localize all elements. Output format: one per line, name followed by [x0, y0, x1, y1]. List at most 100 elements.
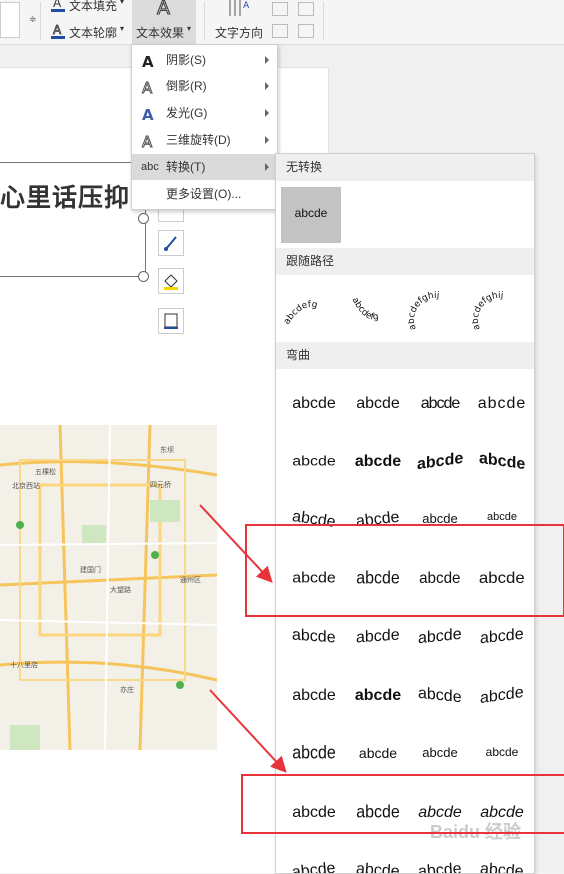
section-title: 无转换 [286, 160, 323, 174]
warp-option[interactable]: abcde [286, 620, 342, 660]
follow-path-option[interactable]: abcdefghij [471, 281, 530, 339]
warp-sample-text: abcde [422, 745, 458, 760]
warp-option[interactable]: abcde [350, 854, 406, 873]
section-follow-path: 跟随路径 [276, 248, 534, 275]
warp-option[interactable]: abcde [474, 387, 530, 427]
align-text-icon[interactable] [272, 24, 288, 38]
menu-item-3d-rotation[interactable]: A 三维旋转(D) [132, 127, 277, 153]
highlight-box [241, 774, 564, 834]
path-sample: abcdefg [349, 296, 379, 323]
svg-text:abcdefghij: abcdefghij [472, 291, 504, 331]
follow-path-option[interactable]: abcdefg [346, 281, 401, 339]
chevron-down-icon[interactable]: ≑ [29, 14, 37, 25]
font-style-preview-icon[interactable] [0, 2, 20, 38]
map-label: 五棵松 [35, 469, 56, 476]
chevron-right-icon [265, 136, 269, 144]
transform-gallery: 无转换 abcde 跟随路径 abcdefg abcdefg abcdefghi… [275, 153, 535, 874]
warp-sample-text: abcde [420, 395, 461, 412]
svg-text:abcdefg: abcdefg [349, 296, 379, 323]
headline-text[interactable]: 心里话压抑 [0, 178, 130, 214]
menu-item-label: 转换(T) [166, 160, 206, 174]
highlight-box [245, 524, 564, 617]
menu-item-shadow[interactable]: A 阴影(S) [132, 47, 277, 73]
svg-text:abcdefg: abcdefg [282, 300, 318, 327]
sample-text: abcde [294, 206, 328, 220]
warp-option[interactable]: abcde [412, 679, 468, 719]
warp-sample-text: abcde [356, 395, 400, 412]
warp-sample-text: abcde [480, 683, 524, 708]
chevron-down-icon[interactable]: ▾ [120, 0, 124, 6]
abc-icon: abc [141, 161, 159, 173]
text-effect-menu: A 阴影(S) A 倒影(R) A 发光(G) A 三维旋转(D) abc 转换… [131, 44, 278, 210]
brush-icon[interactable] [158, 230, 184, 256]
resize-handle[interactable] [138, 213, 149, 224]
warp-option[interactable]: abcde [412, 737, 468, 777]
map-label: 亦庄 [120, 687, 134, 694]
warp-sample-text: abcde [354, 453, 402, 470]
section-none: 无转换 [276, 154, 534, 181]
3d-rotation-a-icon: A [141, 132, 157, 152]
follow-path-option[interactable]: abcdefghij [407, 281, 466, 339]
warp-option[interactable]: abcde [350, 620, 406, 660]
warp-option[interactable]: abcde [474, 620, 530, 660]
text-direction-button[interactable]: 文字方向 [215, 24, 263, 41]
map-label: 北京西站 [12, 483, 40, 490]
text-direction-icon[interactable]: A [226, 0, 252, 25]
warp-option[interactable]: abcde [474, 854, 530, 873]
svg-text:A: A [157, 0, 170, 19]
ribbon-separator [323, 2, 324, 40]
menu-item-transform[interactable]: abc 转换(T) [132, 154, 277, 180]
warp-option[interactable]: abcde [350, 679, 406, 719]
warp-sample-text: abcde [477, 395, 527, 412]
align-text-icon[interactable] [272, 2, 288, 16]
map-label: 东坝 [160, 447, 174, 454]
frame-icon[interactable] [158, 308, 184, 334]
warp-option[interactable]: abcde [412, 445, 468, 485]
align-text-icon[interactable] [298, 24, 314, 38]
svg-text:A: A [243, 1, 250, 11]
resize-handle[interactable] [138, 271, 149, 282]
menu-item-reflection[interactable]: A 倒影(R) [132, 73, 277, 99]
no-transform-option[interactable]: abcde [281, 187, 341, 243]
text-fill-button[interactable]: 文本填充 [69, 0, 117, 14]
warp-sample-text: abcde [292, 454, 336, 469]
ribbon-separator [40, 2, 41, 40]
warp-option[interactable]: abcde [286, 445, 342, 485]
warp-sample-text: abcde [487, 511, 517, 523]
menu-item-more-settings[interactable]: 更多设置(O)... [132, 181, 277, 207]
chevron-down-icon[interactable]: ▾ [120, 24, 124, 33]
menu-item-glow[interactable]: A 发光(G) [132, 100, 277, 126]
warp-option[interactable]: abcde [474, 445, 530, 485]
warp-option[interactable]: abcde [286, 387, 342, 427]
warp-sample-text: abcde [292, 743, 336, 764]
svg-text:A: A [142, 53, 154, 69]
chevron-right-icon [265, 56, 269, 64]
warp-option[interactable]: abcde [286, 679, 342, 719]
menu-item-label: 发光(G) [166, 106, 208, 120]
text-outline-button[interactable]: 文本轮廓 [69, 24, 117, 41]
map-label: 通州区 [180, 577, 201, 584]
warp-option[interactable]: abcde [474, 679, 530, 719]
chevron-right-icon [265, 109, 269, 117]
section-warp: 弯曲 [276, 342, 534, 369]
warp-option[interactable]: abcde [350, 737, 406, 777]
text-outline-icon[interactable]: A [50, 22, 66, 40]
warp-option[interactable]: abcde [286, 737, 342, 777]
warp-option[interactable]: abcde [286, 854, 342, 873]
fill-bucket-icon[interactable] [158, 268, 184, 294]
glow-a-icon: A [141, 105, 157, 124]
follow-path-option[interactable]: abcdefg [282, 281, 337, 339]
warp-sample-text: abcde [354, 687, 402, 704]
warp-option[interactable]: abcde [474, 737, 530, 777]
text-effect-button[interactable]: A 文本效果 ▾ [132, 0, 196, 44]
align-text-icon[interactable] [298, 2, 314, 16]
warp-option[interactable]: abcde [412, 387, 468, 427]
warp-option[interactable]: abcde [350, 445, 406, 485]
warp-option[interactable]: abcde [350, 387, 406, 427]
ribbon-separator [204, 2, 205, 40]
shadow-a-icon: A [141, 52, 157, 71]
warp-option[interactable]: abcde [412, 620, 468, 660]
warp-option[interactable]: abcde [412, 854, 468, 873]
text-fill-icon[interactable]: A [50, 0, 66, 12]
warp-sample-text: abcde [480, 625, 524, 648]
